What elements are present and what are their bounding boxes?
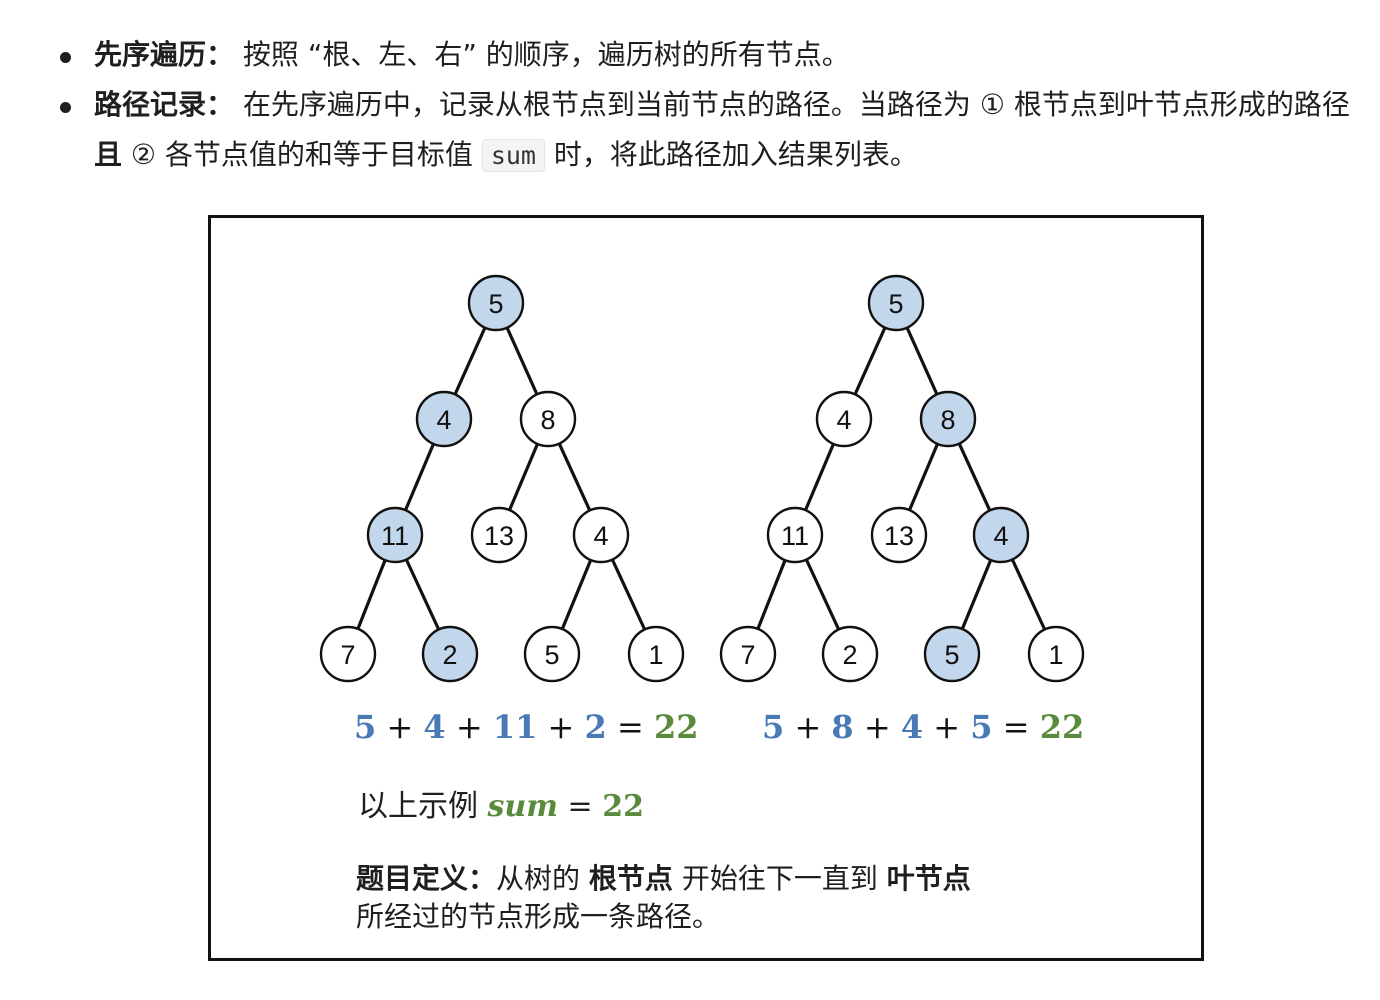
node-value: 4: [593, 521, 608, 551]
plus-sign: +: [376, 708, 423, 746]
node-value: 8: [540, 405, 555, 435]
plus-sign: +: [446, 708, 493, 746]
tree-node-highlighted: 5: [467, 274, 525, 332]
tree-node: 1: [627, 625, 685, 683]
node-value: 11: [381, 521, 409, 551]
tree-edge: [960, 559, 993, 630]
path-sum-equation: 5 + 8 + 4 + 5 = 22: [762, 708, 1084, 746]
caption-text: 所经过的节点形成一条路径。: [356, 900, 721, 933]
tree-edge: [905, 326, 939, 396]
tree-node: 11: [766, 506, 824, 564]
node-value: 5: [488, 289, 503, 319]
tree-edge: [804, 558, 841, 631]
example-value: 22: [602, 789, 644, 824]
tree-edge: [908, 443, 939, 511]
node-value: 7: [740, 640, 755, 670]
tree-node: 8: [519, 390, 577, 448]
caption-label: 题目定义：: [356, 862, 497, 895]
node-value: 7: [340, 640, 355, 670]
path-sum-equation: 5 + 4 + 11 + 2 = 22: [354, 708, 698, 746]
tree-node: 13: [470, 506, 528, 564]
plus-sign: +: [784, 708, 831, 746]
tree-edge: [557, 442, 592, 512]
tree-node-highlighted: 8: [919, 390, 977, 448]
tree-edge: [505, 326, 539, 396]
node-value: 2: [842, 640, 857, 670]
plus-sign: +: [923, 708, 970, 746]
tree-edge: [804, 443, 835, 511]
tree-edge: [756, 559, 787, 630]
tree-node-highlighted: 4: [972, 506, 1030, 564]
tree-edge: [1010, 558, 1047, 631]
tree-edge: [610, 558, 647, 631]
example-prefix: 以上示例: [358, 789, 488, 824]
node-value: 5: [544, 640, 559, 670]
tree-node: 1: [1027, 625, 1085, 683]
equation-term: 5: [970, 708, 992, 746]
tree-edge: [404, 558, 441, 631]
tree-edge: [404, 443, 435, 511]
tree-node: 2: [821, 625, 879, 683]
caption-leaf: 叶节点: [886, 862, 971, 895]
plus-sign: +: [537, 708, 584, 746]
equation-result: 22: [1040, 708, 1085, 746]
node-value: 1: [1048, 640, 1063, 670]
equation-term: 11: [493, 708, 538, 746]
tree-node: 5: [523, 625, 581, 683]
equation-term: 4: [901, 708, 923, 746]
example-var: sum: [487, 789, 558, 824]
equation-term: 5: [762, 708, 784, 746]
node-value: 4: [836, 405, 851, 435]
tree-edge: [453, 326, 487, 396]
tree-node-highlighted: 4: [415, 390, 473, 448]
tree-node: 13: [870, 506, 928, 564]
caption-root: 根节点: [588, 862, 673, 895]
equation-term: 2: [585, 708, 607, 746]
tree-node-highlighted: 11: [366, 506, 424, 564]
node-value: 2: [442, 640, 457, 670]
tree-node-highlighted: 2: [421, 625, 479, 683]
tree-edge: [560, 559, 593, 630]
caption-text: 开始往下一直到: [672, 862, 887, 895]
node-value: 1: [648, 640, 663, 670]
equation-result: 22: [654, 708, 699, 746]
node-value: 4: [436, 405, 451, 435]
tree-node: 7: [319, 625, 377, 683]
equation-term: 8: [831, 708, 853, 746]
equals-sign: =: [607, 708, 654, 746]
tree-node: 4: [572, 506, 630, 564]
tree-node-highlighted: 5: [923, 625, 981, 683]
caption-text: 从树的: [496, 862, 589, 895]
definition-caption: 题目定义：从树的 根节点 开始往下一直到 叶节点 所经过的节点形成一条路径。: [356, 860, 971, 936]
tree-node: 7: [719, 625, 777, 683]
node-value: 13: [484, 521, 514, 551]
example-sum-line: 以上示例 sum = 22: [358, 789, 644, 824]
node-value: 5: [944, 640, 959, 670]
tree-node-highlighted: 5: [867, 274, 925, 332]
tree-edge: [508, 443, 539, 511]
path-sum-diagram: 5 4 8 11 13 4 7 2 5 1 5 4 8 11 13 4 7 2 5 1 5 + 4 + 11 + 2 …: [319, 274, 1085, 824]
equation-term: 5: [354, 708, 376, 746]
node-value: 13: [884, 521, 914, 551]
equation-term: 4: [423, 708, 445, 746]
node-value: 5: [888, 289, 903, 319]
tree-edge: [957, 442, 992, 512]
tree-node: 4: [815, 390, 873, 448]
equals-sign: =: [993, 708, 1040, 746]
plus-sign: +: [854, 708, 901, 746]
node-value: 11: [781, 521, 809, 551]
tree-edge: [853, 326, 887, 396]
node-value: 4: [993, 521, 1008, 551]
equals-sign: =: [558, 789, 602, 824]
tree-edge: [356, 559, 387, 630]
node-value: 8: [940, 405, 955, 435]
